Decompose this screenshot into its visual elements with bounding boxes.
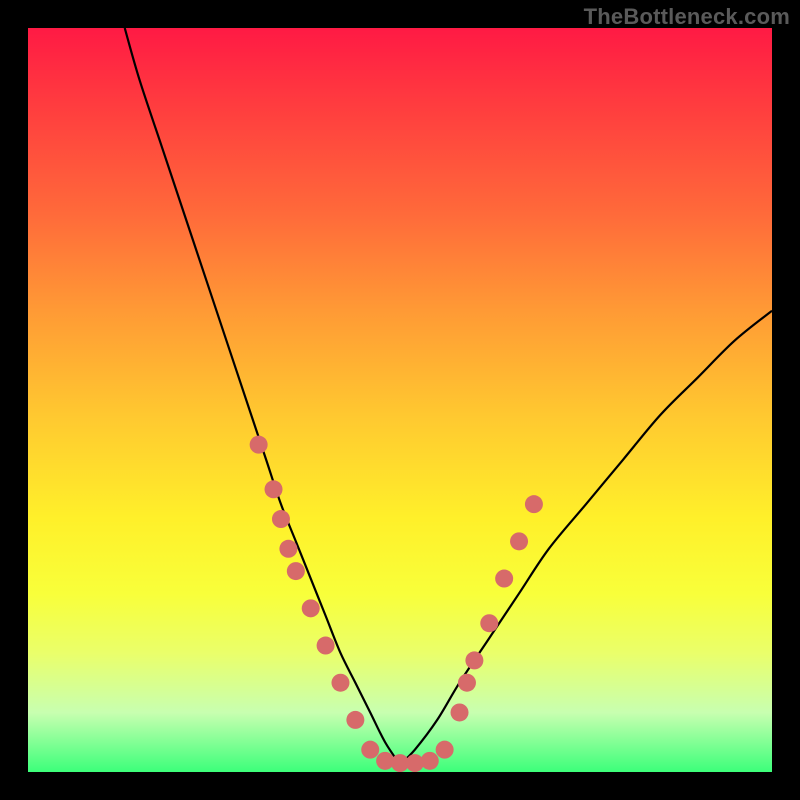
marker-dot [287, 562, 305, 580]
marker-dot [436, 741, 454, 759]
chart-svg [28, 28, 772, 772]
curve-left-branch [125, 28, 400, 765]
marker-dot [465, 651, 483, 669]
marker-dot [510, 532, 528, 550]
marker-dot [525, 495, 543, 513]
marker-dot [279, 540, 297, 558]
marker-dot [421, 752, 439, 770]
marker-dot [250, 436, 268, 454]
marker-dot [331, 674, 349, 692]
watermark-text: TheBottleneck.com [584, 4, 790, 30]
marker-dot [480, 614, 498, 632]
marker-dot [317, 637, 335, 655]
marker-layer [250, 436, 543, 772]
marker-dot [458, 674, 476, 692]
marker-dot [272, 510, 290, 528]
marker-dot [346, 711, 364, 729]
marker-dot [495, 570, 513, 588]
marker-dot [361, 741, 379, 759]
marker-dot [265, 480, 283, 498]
marker-dot [451, 703, 469, 721]
curve-layer [125, 28, 772, 765]
marker-dot [302, 599, 320, 617]
plot-area [28, 28, 772, 772]
curve-right-branch [400, 311, 772, 765]
